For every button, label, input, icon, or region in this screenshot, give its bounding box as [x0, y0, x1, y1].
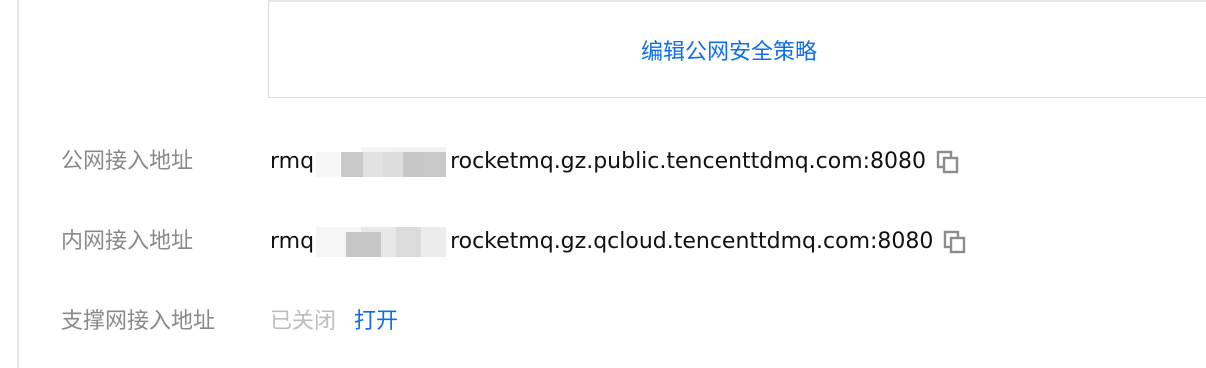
intranet-address-host: rocketmq.gz.qcloud.tencenttdmq.com:8080	[450, 229, 934, 254]
redacted-mask	[316, 147, 447, 177]
redacted-mask	[316, 227, 447, 257]
instance-access-panel: 编辑公网安全策略 公网接入地址 rmq rocketmq.gz.public.t…	[0, 0, 1206, 368]
copy-icon[interactable]	[936, 150, 960, 174]
intranet-access-value: rmq rocketmq.gz.qcloud.tencenttdmq.com:8…	[270, 227, 967, 257]
edit-public-security-policy-link[interactable]: 编辑公网安全策略	[641, 34, 817, 66]
left-divider	[17, 0, 19, 368]
public-address-prefix: rmq	[270, 149, 315, 174]
public-access-label: 公网接入地址	[61, 149, 194, 174]
open-support-access-link[interactable]: 打开	[354, 307, 398, 337]
intranet-address-prefix: rmq	[270, 229, 315, 254]
intranet-access-label: 内网接入地址	[61, 229, 194, 254]
public-address-host: rocketmq.gz.public.tencenttdmq.com:8080	[450, 149, 927, 174]
support-access-label: 支撑网接入地址	[61, 309, 216, 334]
copy-icon[interactable]	[943, 230, 967, 254]
support-access-value: 已关闭 打开	[270, 307, 398, 337]
security-policy-box: 编辑公网安全策略	[268, 0, 1206, 98]
support-status-text: 已关闭	[270, 309, 337, 334]
public-access-value: rmq rocketmq.gz.public.tencenttdmq.com:8…	[270, 147, 960, 177]
